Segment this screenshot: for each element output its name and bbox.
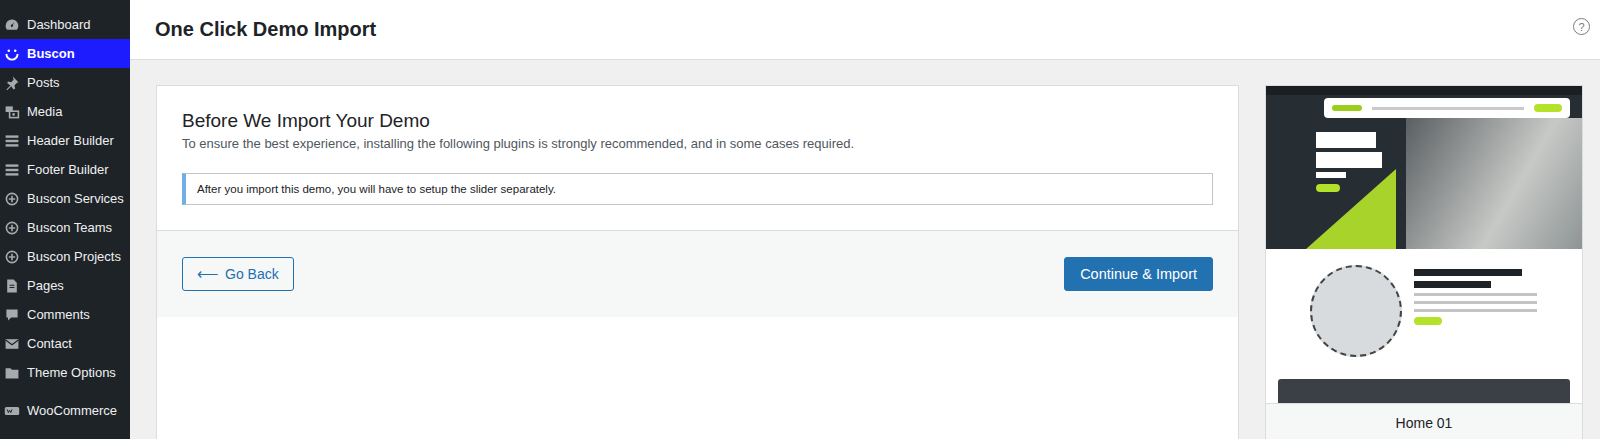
page-header: One Click Demo Import? [130,0,1600,60]
card-body: Before We Import Your Demo To ensure the … [157,86,1238,230]
go-back-button[interactable]: ⟵Go Back [182,257,294,291]
plus-icon [4,220,20,236]
mail-icon [4,336,20,352]
page-icon [4,278,20,294]
admin-page: DashboardBusconPostsMediaHeader BuilderF… [0,0,1600,439]
sidebar-item[interactable]: Footer Builder [0,155,130,184]
demo-preview: Home 01 [1265,85,1583,439]
help-button[interactable]: ? [1573,18,1590,35]
arrow-left-icon: ⟵ [197,265,219,283]
admin-sidebar: DashboardBusconPostsMediaHeader BuilderF… [0,0,130,439]
sidebar-item[interactable]: Contact [0,329,130,358]
woo-icon [4,403,20,419]
demo-name: Home 01 [1266,403,1582,439]
plus-icon [4,249,20,265]
sidebar-item[interactable]: Comments [0,300,130,329]
pin-icon [4,75,20,91]
rows-icon [4,133,20,149]
import-card: Before We Import Your Demo To ensure the … [156,85,1239,439]
preview-hero [1266,86,1582,249]
sidebar-item[interactable]: Buscon Projects [0,242,130,271]
page-title: One Click Demo Import [155,18,376,41]
sidebar-item[interactable]: Dashboard [0,10,130,39]
media-icon [4,104,20,120]
sidebar-item[interactable]: Pages [0,271,130,300]
sidebar-item[interactable]: Buscon Services [0,184,130,213]
preview-section [1266,249,1582,379]
card-footer: ⟵Go Back Continue & Import [157,230,1238,317]
rows-icon [4,162,20,178]
folder-icon [4,365,20,381]
continue-import-button[interactable]: Continue & Import [1064,257,1213,291]
comment-icon [4,307,20,323]
plus-icon [4,191,20,207]
preview-image [1266,86,1582,403]
sidebar-item[interactable]: Posts [0,68,130,97]
sidebar-item[interactable]: Theme Options [0,358,130,387]
sidebar-item[interactable]: WooCommerce [0,396,130,425]
content: Before We Import Your Demo To ensure the … [130,60,1600,439]
sidebar-item[interactable]: Buscon Teams [0,213,130,242]
gauge-icon [4,17,20,33]
sidebar-item[interactable]: Buscon [0,39,130,68]
smile-icon [4,46,20,62]
intro-text: To ensure the best experience, installin… [182,136,1213,151]
sidebar-item[interactable]: Header Builder [0,126,130,155]
notice: After you import this demo, you will hav… [182,173,1213,205]
main-area: One Click Demo Import? Before We Import Y… [130,0,1600,439]
intro-title: Before We Import Your Demo [182,110,1213,132]
sidebar-item[interactable]: Media [0,97,130,126]
